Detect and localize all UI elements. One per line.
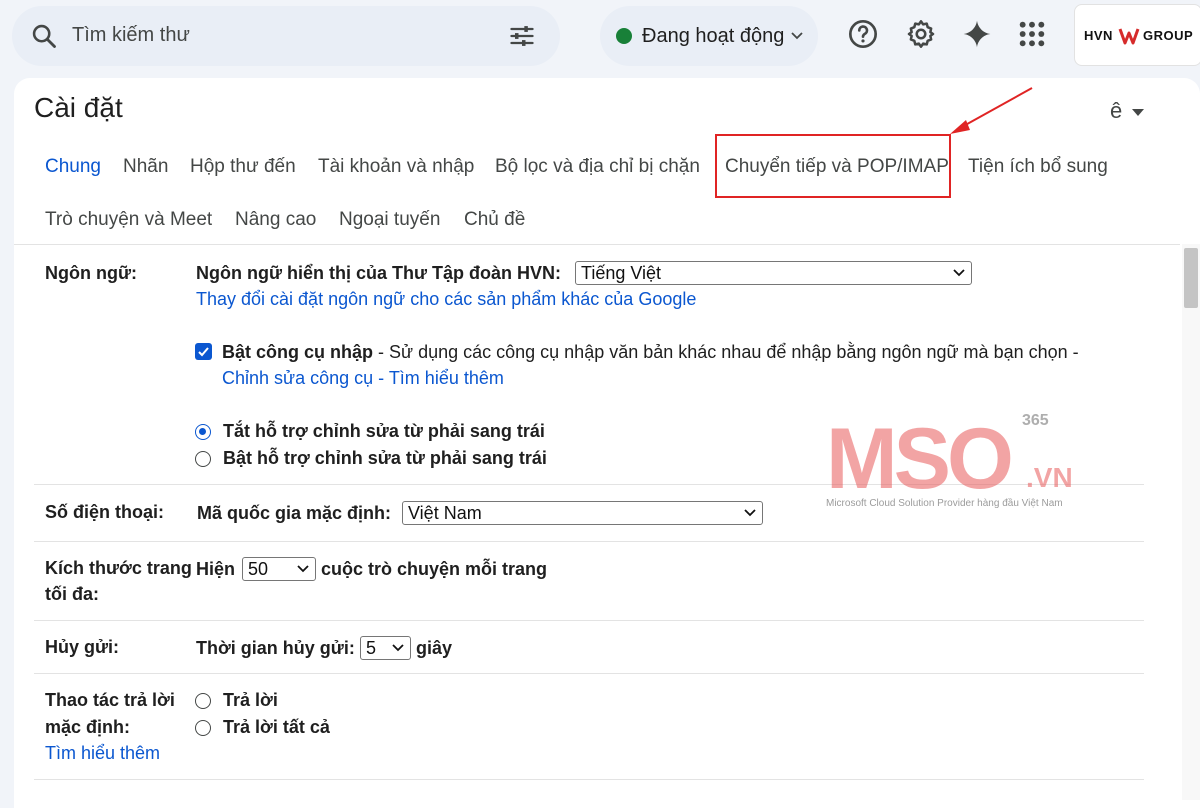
rtl-off-label: Tắt hỗ trợ chỉnh sửa từ phải sang trái bbox=[223, 421, 545, 441]
tabs-divider bbox=[14, 244, 1180, 245]
apps-grid-icon[interactable] bbox=[1016, 18, 1048, 50]
undo-period-select[interactable]: 5 bbox=[360, 636, 411, 660]
watermark-logo: MSO 365 .VN Microsoft Cloud Solution Pro… bbox=[826, 412, 1086, 512]
input-tools-checkbox[interactable] bbox=[195, 343, 212, 360]
arrow-annotation-icon bbox=[950, 87, 1033, 134]
search-icon[interactable] bbox=[30, 22, 58, 50]
tab-accounts-import[interactable]: Tài khoản và nhập bbox=[318, 156, 474, 178]
rtl-on-radio[interactable] bbox=[195, 451, 211, 467]
tab-addons[interactable]: Tiện ích bổ sung bbox=[968, 156, 1108, 178]
watermark-sup: 365 bbox=[1022, 412, 1049, 429]
page-size-label-line1: Kích thước trang bbox=[45, 558, 192, 578]
chevron-down-icon bbox=[392, 644, 404, 652]
status-label: Đang hoạt động bbox=[642, 25, 785, 47]
gemini-sparkle-icon[interactable] bbox=[961, 18, 993, 50]
page-size-value: 50 bbox=[248, 559, 269, 579]
tab-general[interactable]: Chung bbox=[45, 156, 101, 178]
tab-filters-blocked[interactable]: Bộ lọc và địa chỉ bị chặn bbox=[495, 156, 700, 178]
rtl-on-label: Bật hỗ trợ chỉnh sửa từ phải sang trái bbox=[223, 448, 547, 468]
chevron-down-icon bbox=[953, 269, 965, 277]
gear-icon[interactable] bbox=[905, 18, 937, 50]
help-icon[interactable] bbox=[847, 18, 879, 50]
undo-send-label: Hủy gửi: bbox=[45, 637, 120, 657]
reply-radio[interactable] bbox=[195, 693, 211, 709]
page-size-label-line2: tối đa: bbox=[45, 584, 99, 604]
chevron-down-icon bbox=[791, 32, 803, 40]
phone-label: Số điện thoại: bbox=[45, 502, 164, 522]
page-size-select[interactable]: 50 bbox=[242, 557, 316, 581]
section-separator bbox=[34, 673, 1144, 674]
tab-inbox[interactable]: Hộp thư đến bbox=[190, 156, 296, 178]
tab-chat-meet[interactable]: Trò chuyện và Meet bbox=[45, 209, 212, 231]
display-language-value: Tiếng Việt bbox=[581, 263, 662, 283]
watermark-tld: .VN bbox=[1026, 462, 1073, 493]
status-online-dot bbox=[616, 28, 632, 44]
tab-offline[interactable]: Ngoại tuyến bbox=[339, 209, 440, 231]
watermark-tagline: Microsoft Cloud Solution Provider hàng đ… bbox=[826, 498, 1063, 509]
reply-label-line2: mặc định: bbox=[45, 717, 131, 737]
caret-down-icon bbox=[1132, 108, 1145, 116]
tab-advanced[interactable]: Nâng cao bbox=[235, 209, 316, 231]
checkmark-icon bbox=[198, 347, 209, 357]
learn-more-link[interactable]: Tìm hiểu thêm bbox=[389, 368, 504, 388]
section-separator bbox=[34, 620, 1144, 621]
edit-tools-link[interactable]: Chỉnh sửa công cụ bbox=[222, 368, 373, 388]
country-code-value: Việt Nam bbox=[408, 503, 482, 523]
country-code-label: Mã quốc gia mặc định: bbox=[197, 503, 392, 523]
logo-text-right: GROUP bbox=[1143, 28, 1194, 43]
scrollbar-track[interactable] bbox=[1182, 244, 1200, 800]
input-tools-title: Bật công cụ nhập bbox=[222, 342, 374, 362]
reply-option-label: Trả lời bbox=[223, 690, 278, 710]
tab-themes[interactable]: Chủ đề bbox=[464, 209, 525, 231]
page-size-show-label: Hiện bbox=[196, 559, 236, 579]
page-title: Cài đặt bbox=[34, 92, 123, 123]
logo-text-left: HVN bbox=[1084, 28, 1113, 43]
input-tools-toggle[interactable]: ê bbox=[1110, 98, 1145, 124]
links-separator: - bbox=[373, 368, 389, 388]
reply-label-line1: Thao tác trả lời bbox=[45, 690, 175, 710]
tab-labels[interactable]: Nhãn bbox=[123, 156, 168, 178]
input-tools-label: ê bbox=[1110, 98, 1123, 123]
watermark-brand: MSO bbox=[826, 411, 1014, 507]
reply-all-radio[interactable] bbox=[195, 720, 211, 736]
change-language-link[interactable]: Thay đổi cài đặt ngôn ngữ cho các sản ph… bbox=[196, 289, 696, 310]
scrollbar-thumb[interactable] bbox=[1184, 248, 1198, 308]
rtl-off-radio[interactable] bbox=[195, 424, 211, 440]
search-bar[interactable]: Tìm kiếm thư bbox=[12, 6, 560, 66]
input-tools-links: Chỉnh sửa công cụ - Tìm hiểu thêm bbox=[222, 368, 504, 389]
reply-learn-more-link[interactable]: Tìm hiểu thêm bbox=[45, 743, 160, 764]
chevron-down-icon bbox=[297, 565, 309, 573]
status-chip[interactable]: Đang hoạt động bbox=[600, 6, 818, 66]
input-tools-row: Bật công cụ nhập - Sử dụng các công cụ n… bbox=[222, 342, 1079, 363]
language-label: Ngôn ngữ: bbox=[45, 263, 138, 283]
organization-logo[interactable]: HVN GROUP bbox=[1074, 4, 1200, 66]
logo-mark-icon bbox=[1118, 28, 1140, 45]
section-separator bbox=[34, 541, 1144, 542]
search-options-icon[interactable] bbox=[508, 22, 536, 50]
undo-period-unit: giây bbox=[416, 638, 453, 658]
search-input[interactable]: Tìm kiếm thư bbox=[72, 24, 190, 47]
country-code-select[interactable]: Việt Nam bbox=[402, 501, 763, 525]
page-size-suffix: cuộc trò chuyện mỗi trang bbox=[321, 559, 548, 579]
chevron-down-icon bbox=[744, 509, 756, 517]
display-language-select[interactable]: Tiếng Việt bbox=[575, 261, 972, 285]
undo-period-value: 5 bbox=[366, 638, 377, 658]
undo-period-label: Thời gian hủy gửi: bbox=[196, 638, 355, 658]
section-separator bbox=[34, 779, 1144, 780]
input-tools-desc: - Sử dụng các công cụ nhập văn bản khác … bbox=[373, 342, 1079, 362]
highlight-annotation-box bbox=[715, 134, 951, 198]
display-language-label: Ngôn ngữ hiển thị của Thư Tập đoàn HVN: bbox=[196, 263, 562, 283]
reply-all-option-label: Trả lời tất cả bbox=[223, 717, 330, 737]
